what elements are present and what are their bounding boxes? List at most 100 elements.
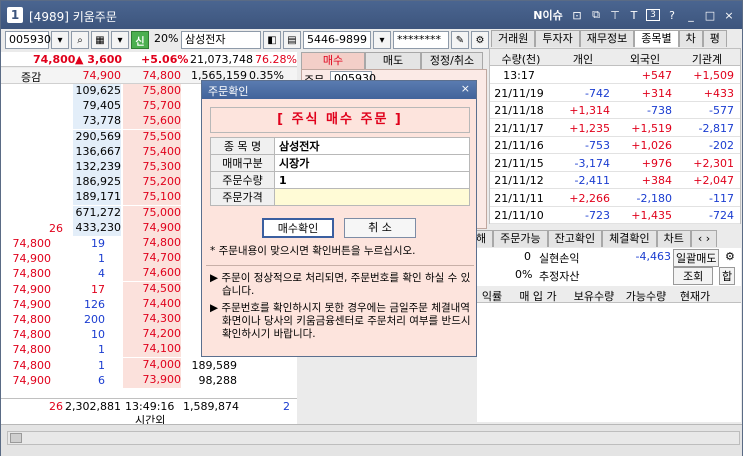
investor-cell: 21/11/10: [494, 209, 544, 222]
tab-chart2[interactable]: 차트: [656, 230, 691, 247]
tab-investor[interactable]: 투자자: [535, 30, 580, 47]
trade-qty: 126: [84, 297, 105, 311]
screen-number-icon[interactable]: 3: [646, 9, 660, 21]
settings-icon[interactable]: ⚙: [471, 31, 489, 49]
grid-icon[interactable]: ▦: [91, 31, 109, 49]
layout-icon[interactable]: ⊡: [570, 9, 584, 22]
dialog-close-icon[interactable]: ×: [461, 82, 470, 95]
trade-price: 74,800: [12, 358, 52, 372]
dropdown-icon[interactable]: ▾: [51, 31, 69, 49]
investor-cell: -202: [709, 139, 734, 152]
cancel-button[interactable]: 취 소: [344, 218, 416, 238]
edit-icon[interactable]: ✎: [451, 31, 469, 49]
bid-price[interactable]: 74,800: [123, 236, 181, 251]
scroll-thumb[interactable]: [10, 433, 22, 443]
bid-price[interactable]: 74,000: [123, 357, 181, 373]
main-window: 1 [4989] 키움주문 N이슈 ⊡ ⧉ ⊤ T 3 ? _ □ × 0059…: [0, 0, 743, 456]
font-icon[interactable]: T: [627, 9, 641, 22]
bid-price[interactable]: 74,200: [123, 327, 181, 343]
tab-by-stock[interactable]: 종목별: [634, 30, 679, 47]
ask-price[interactable]: 75,800: [123, 84, 181, 99]
pin-icon[interactable]: ⊤: [608, 9, 622, 22]
ask-price[interactable]: 75,200: [123, 175, 181, 191]
bulk-sell-button[interactable]: 일괄매도: [673, 249, 720, 267]
col-holding-qty: 보유수량: [573, 290, 615, 303]
password-field[interactable]: ********: [393, 31, 449, 49]
bid-price[interactable]: 74,400: [123, 296, 181, 312]
investor-row[interactable]: 21/11/15 -3,174 +976 +2,301: [490, 155, 740, 172]
account-dropdown-icon[interactable]: ▾: [373, 31, 391, 49]
bid-price[interactable]: 73,900: [123, 372, 181, 388]
ask-price[interactable]: 75,400: [123, 144, 181, 160]
bid-price[interactable]: 74,100: [123, 342, 181, 358]
bid-price[interactable]: 74,700: [123, 251, 181, 267]
credit-badge[interactable]: 신: [131, 31, 149, 49]
investor-cell: -724: [709, 209, 734, 222]
bid-price[interactable]: 74,600: [123, 266, 181, 282]
change-label: 증감: [21, 71, 42, 84]
dialog-title-bar[interactable]: 주문확인 ×: [202, 81, 476, 99]
tab-buy[interactable]: 매수: [301, 52, 365, 69]
investor-row[interactable]: 21/11/18 +1,314 -738 -577: [490, 102, 740, 119]
investor-row[interactable]: 21/11/17 +1,235 +1,519 -2,817: [490, 120, 740, 137]
ask-price[interactable]: 75,600: [123, 114, 181, 130]
order-summary-table: 종 목 명 삼성전자 매매구분 시장가 주문수량 1 주문가격: [210, 137, 470, 206]
maximize-icon[interactable]: □: [703, 9, 717, 22]
copy-icon[interactable]: ⧉: [589, 8, 603, 22]
ask-qty: 671,272: [73, 205, 121, 221]
bid-price[interactable]: 74,300: [123, 312, 181, 327]
balance-row1: 0 실현손익 -4,463 일괄매도 ⚙: [477, 248, 741, 267]
tab-arrows[interactable]: ‹ ›: [690, 230, 718, 247]
trade-row[interactable]: 74,900 6 73,900 98,288: [1, 372, 297, 389]
investor-cell: +1,519: [631, 121, 672, 135]
help-icon[interactable]: ?: [665, 9, 679, 22]
investor-cell: +1,509: [693, 69, 734, 82]
investor-row[interactable]: 21/11/10 -723 +1,435 -724: [490, 207, 740, 224]
realized-pl-label: 실현손익: [539, 252, 580, 265]
tab-orderable[interactable]: 주문가능: [493, 230, 548, 247]
ask-price[interactable]: 74,900: [123, 220, 181, 236]
chart-icon[interactable]: ◧: [263, 31, 281, 49]
tab-fill[interactable]: 체결확인: [602, 230, 657, 247]
chevron-down-icon[interactable]: ▾: [111, 31, 129, 49]
tab-chart[interactable]: 차: [678, 30, 703, 47]
price-change: ▲ 3,600: [75, 53, 123, 66]
bid-price[interactable]: 74,500: [123, 281, 181, 297]
memo-icon[interactable]: ▤: [283, 31, 301, 49]
confirm-buy-button[interactable]: 매수확인: [262, 218, 334, 238]
ask-price[interactable]: 75,300: [123, 160, 181, 175]
investor-cell: 21/11/17: [494, 121, 544, 135]
field-label-price: 주문가격: [210, 188, 275, 206]
horizontal-scrollbar[interactable]: [7, 431, 740, 445]
issue-label[interactable]: N이슈: [531, 7, 565, 23]
ask-price[interactable]: 75,700: [123, 99, 181, 115]
investor-cell: 21/11/18: [494, 104, 544, 117]
search-icon[interactable]: ⌕: [71, 31, 89, 49]
ask-price[interactable]: 75,100: [123, 190, 181, 206]
trade-qty: 4: [98, 267, 105, 281]
price-summary: 74,800 ▲ 3,600 +5.06% 21,073,748 76.28%: [1, 52, 297, 67]
account-select[interactable]: 5446-9899: [303, 31, 371, 49]
sum-button[interactable]: 합: [719, 267, 736, 285]
investor-row[interactable]: 21/11/11 +2,266 -2,180 -117: [490, 190, 740, 207]
tab-balance[interactable]: 잔고확인: [547, 230, 603, 247]
stock-code-input[interactable]: 005930: [5, 31, 51, 49]
query-button[interactable]: 조회: [673, 267, 714, 285]
minimize-icon[interactable]: _: [684, 9, 698, 22]
tab-modify-cancel[interactable]: 정정/취소: [421, 52, 483, 69]
investor-row[interactable]: 21/11/19 -742 +314 +433: [490, 85, 740, 102]
investor-row[interactable]: 13:17 +547 +1,509: [490, 67, 740, 84]
trade-row[interactable]: 74,800 1 74,000 189,589: [1, 357, 297, 374]
tab-eval[interactable]: 평: [702, 30, 727, 47]
title-bar[interactable]: 1 [4989] 키움주문 N이슈 ⊡ ⧉ ⊤ T 3 ? _ □ ×: [1, 1, 742, 29]
tab-financials[interactable]: 재무정보: [579, 30, 635, 47]
close-icon[interactable]: ×: [722, 9, 736, 22]
investor-row[interactable]: 21/11/16 -753 +1,026 -202: [490, 137, 740, 154]
message-1: ▶ 주문이 정상적으로 처리되면, 주문번호를 확인 하실 수 있습니다.: [210, 272, 471, 297]
gear-icon-2[interactable]: ⚙: [725, 250, 735, 263]
investor-row[interactable]: 21/11/12 -2,411 +384 +2,047: [490, 172, 740, 189]
tab-broker[interactable]: 거래원: [491, 30, 536, 47]
ask-price[interactable]: 75,000: [123, 205, 181, 221]
ask-price[interactable]: 75,500: [123, 129, 181, 145]
tab-sell[interactable]: 매도: [365, 52, 421, 69]
